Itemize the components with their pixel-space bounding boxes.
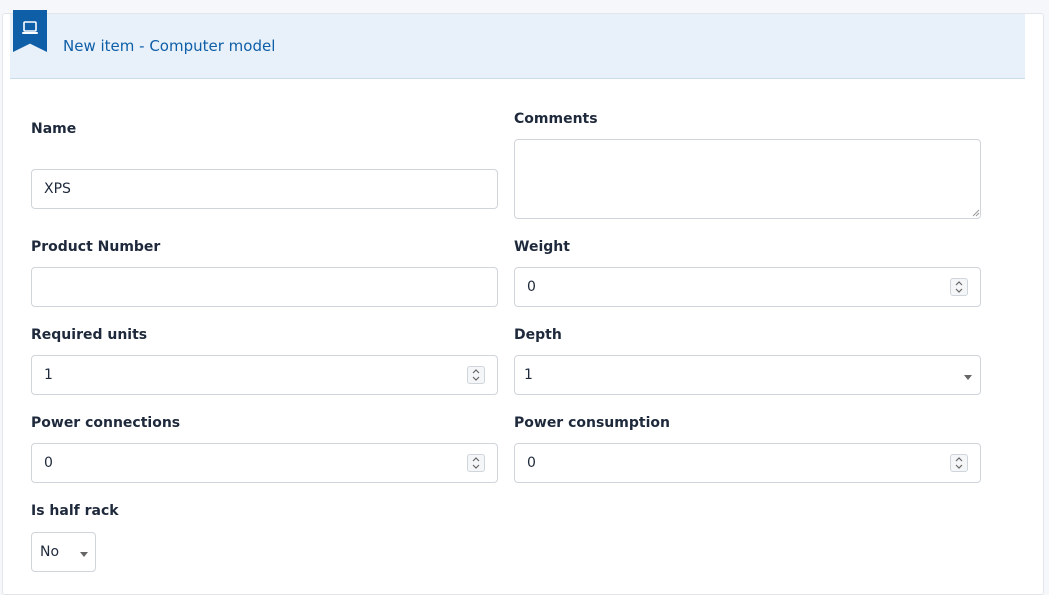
depth-label: Depth [514, 327, 562, 343]
is-half-rack-label: Is half rack [31, 503, 119, 519]
chevron-down-icon [964, 375, 972, 380]
comments-label: Comments [514, 111, 598, 127]
comments-textarea[interactable] [514, 139, 981, 219]
power-consumption-input[interactable]: 0 [514, 443, 981, 483]
is-half-rack-selected-value: No [40, 544, 60, 560]
weight-label: Weight [514, 239, 570, 255]
power-consumption-value: 0 [527, 455, 536, 471]
page-title: New item - Computer model [63, 37, 276, 55]
required-units-input[interactable]: 1 [31, 355, 498, 395]
weight-input[interactable]: 0 [514, 267, 981, 307]
power-consumption-label: Power consumption [514, 415, 670, 431]
resize-handle-icon[interactable] [972, 209, 980, 217]
required-units-value: 1 [44, 367, 53, 383]
product-number-label: Product Number [31, 239, 161, 255]
required-units-label: Required units [31, 327, 148, 343]
name-input[interactable]: XPS [31, 169, 498, 209]
weight-value: 0 [527, 279, 536, 295]
stepper-arrows-icon [955, 281, 963, 293]
power-connections-value: 0 [44, 455, 53, 471]
power-connections-input[interactable]: 0 [31, 443, 498, 483]
stepper-arrows-icon [955, 457, 963, 469]
weight-stepper[interactable] [950, 278, 968, 296]
power-connections-stepper[interactable] [467, 454, 485, 472]
stepper-arrows-icon [472, 457, 480, 469]
name-label: Name [31, 121, 77, 137]
is-half-rack-select[interactable]: No [31, 532, 96, 572]
power-consumption-stepper[interactable] [950, 454, 968, 472]
stepper-arrows-icon [472, 369, 480, 381]
chevron-down-icon [80, 552, 88, 557]
required-units-stepper[interactable] [467, 366, 485, 384]
laptop-icon [22, 21, 38, 34]
depth-select[interactable]: 1 [514, 355, 981, 395]
depth-selected-value: 1 [524, 367, 533, 383]
product-number-input[interactable] [31, 267, 498, 307]
power-connections-label: Power connections [31, 415, 181, 431]
